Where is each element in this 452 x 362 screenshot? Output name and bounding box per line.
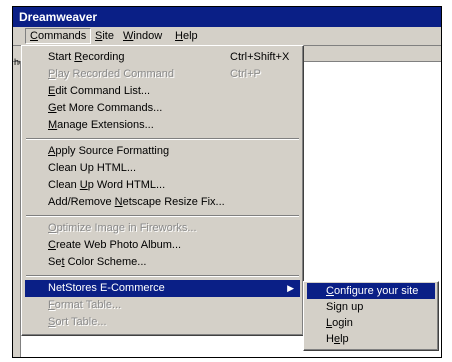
menu-item-format-table[interactable]: Format Table... — [25, 297, 300, 314]
menu-item-sort-table[interactable]: Sort Table... — [25, 314, 300, 331]
menu-item-play-recorded-command[interactable]: Play Recorded Command Ctrl+P — [25, 66, 300, 83]
shortcut-label: Ctrl+P — [230, 68, 261, 80]
menu-item-optimize-image-in-fireworks[interactable]: Optimize Image in Fireworks... — [25, 220, 300, 237]
window-title: Dreamweaver — [13, 7, 441, 27]
menu-item-edit-command-list[interactable]: Edit Command List... — [25, 83, 300, 100]
menu-item-netstores-e-commerce[interactable]: NetStores E-Commerce ▶ — [25, 280, 300, 297]
menu-bar: Commands Site Window Help — [13, 27, 441, 46]
commands-dropdown-menu: Start Recording Ctrl+Shift+X Play Recorde… — [21, 45, 304, 336]
menu-separator — [26, 275, 299, 277]
submenu-item-login[interactable]: Login — [307, 315, 435, 331]
menu-site[interactable]: Site — [91, 28, 118, 44]
menu-item-get-more-commands[interactable]: Get More Commands... — [25, 100, 300, 117]
menu-item-create-web-photo-album[interactable]: Create Web Photo Album... — [25, 237, 300, 254]
shortcut-label: Ctrl+Shift+X — [230, 51, 290, 63]
menu-separator — [26, 138, 299, 140]
menu-help[interactable]: Help — [171, 28, 202, 44]
menu-item-netscape-resize-fix[interactable]: Add/Remove Netscape Resize Fix... — [25, 194, 300, 211]
menu-commands[interactable]: Commands — [25, 28, 92, 44]
menu-item-set-color-scheme[interactable]: Set Color Scheme... — [25, 254, 300, 271]
menu-item-start-recording[interactable]: Start Recording Ctrl+Shift+X — [25, 49, 300, 66]
menu-separator — [26, 215, 299, 217]
menu-item-manage-extensions[interactable]: Manage Extensions... — [25, 117, 300, 134]
menu-item-apply-source-formatting[interactable]: Apply Source Formatting — [25, 143, 300, 160]
submenu-item-help[interactable]: Help — [307, 331, 435, 347]
submenu-item-configure-your-site[interactable]: Configure your site — [307, 283, 435, 299]
menu-item-clean-up-html[interactable]: Clean Up HTML... — [25, 160, 300, 177]
menu-item-clean-up-word-html[interactable]: Clean Up Word HTML... — [25, 177, 300, 194]
menu-window[interactable]: Window — [119, 28, 166, 44]
submenu-arrow-icon: ▶ — [287, 283, 294, 293]
left-panel-edge — [13, 62, 21, 357]
netstores-submenu: Configure your site Sign up Login Help — [303, 281, 439, 351]
partial-label: he — [14, 58, 20, 66]
submenu-item-sign-up[interactable]: Sign up — [307, 299, 435, 315]
